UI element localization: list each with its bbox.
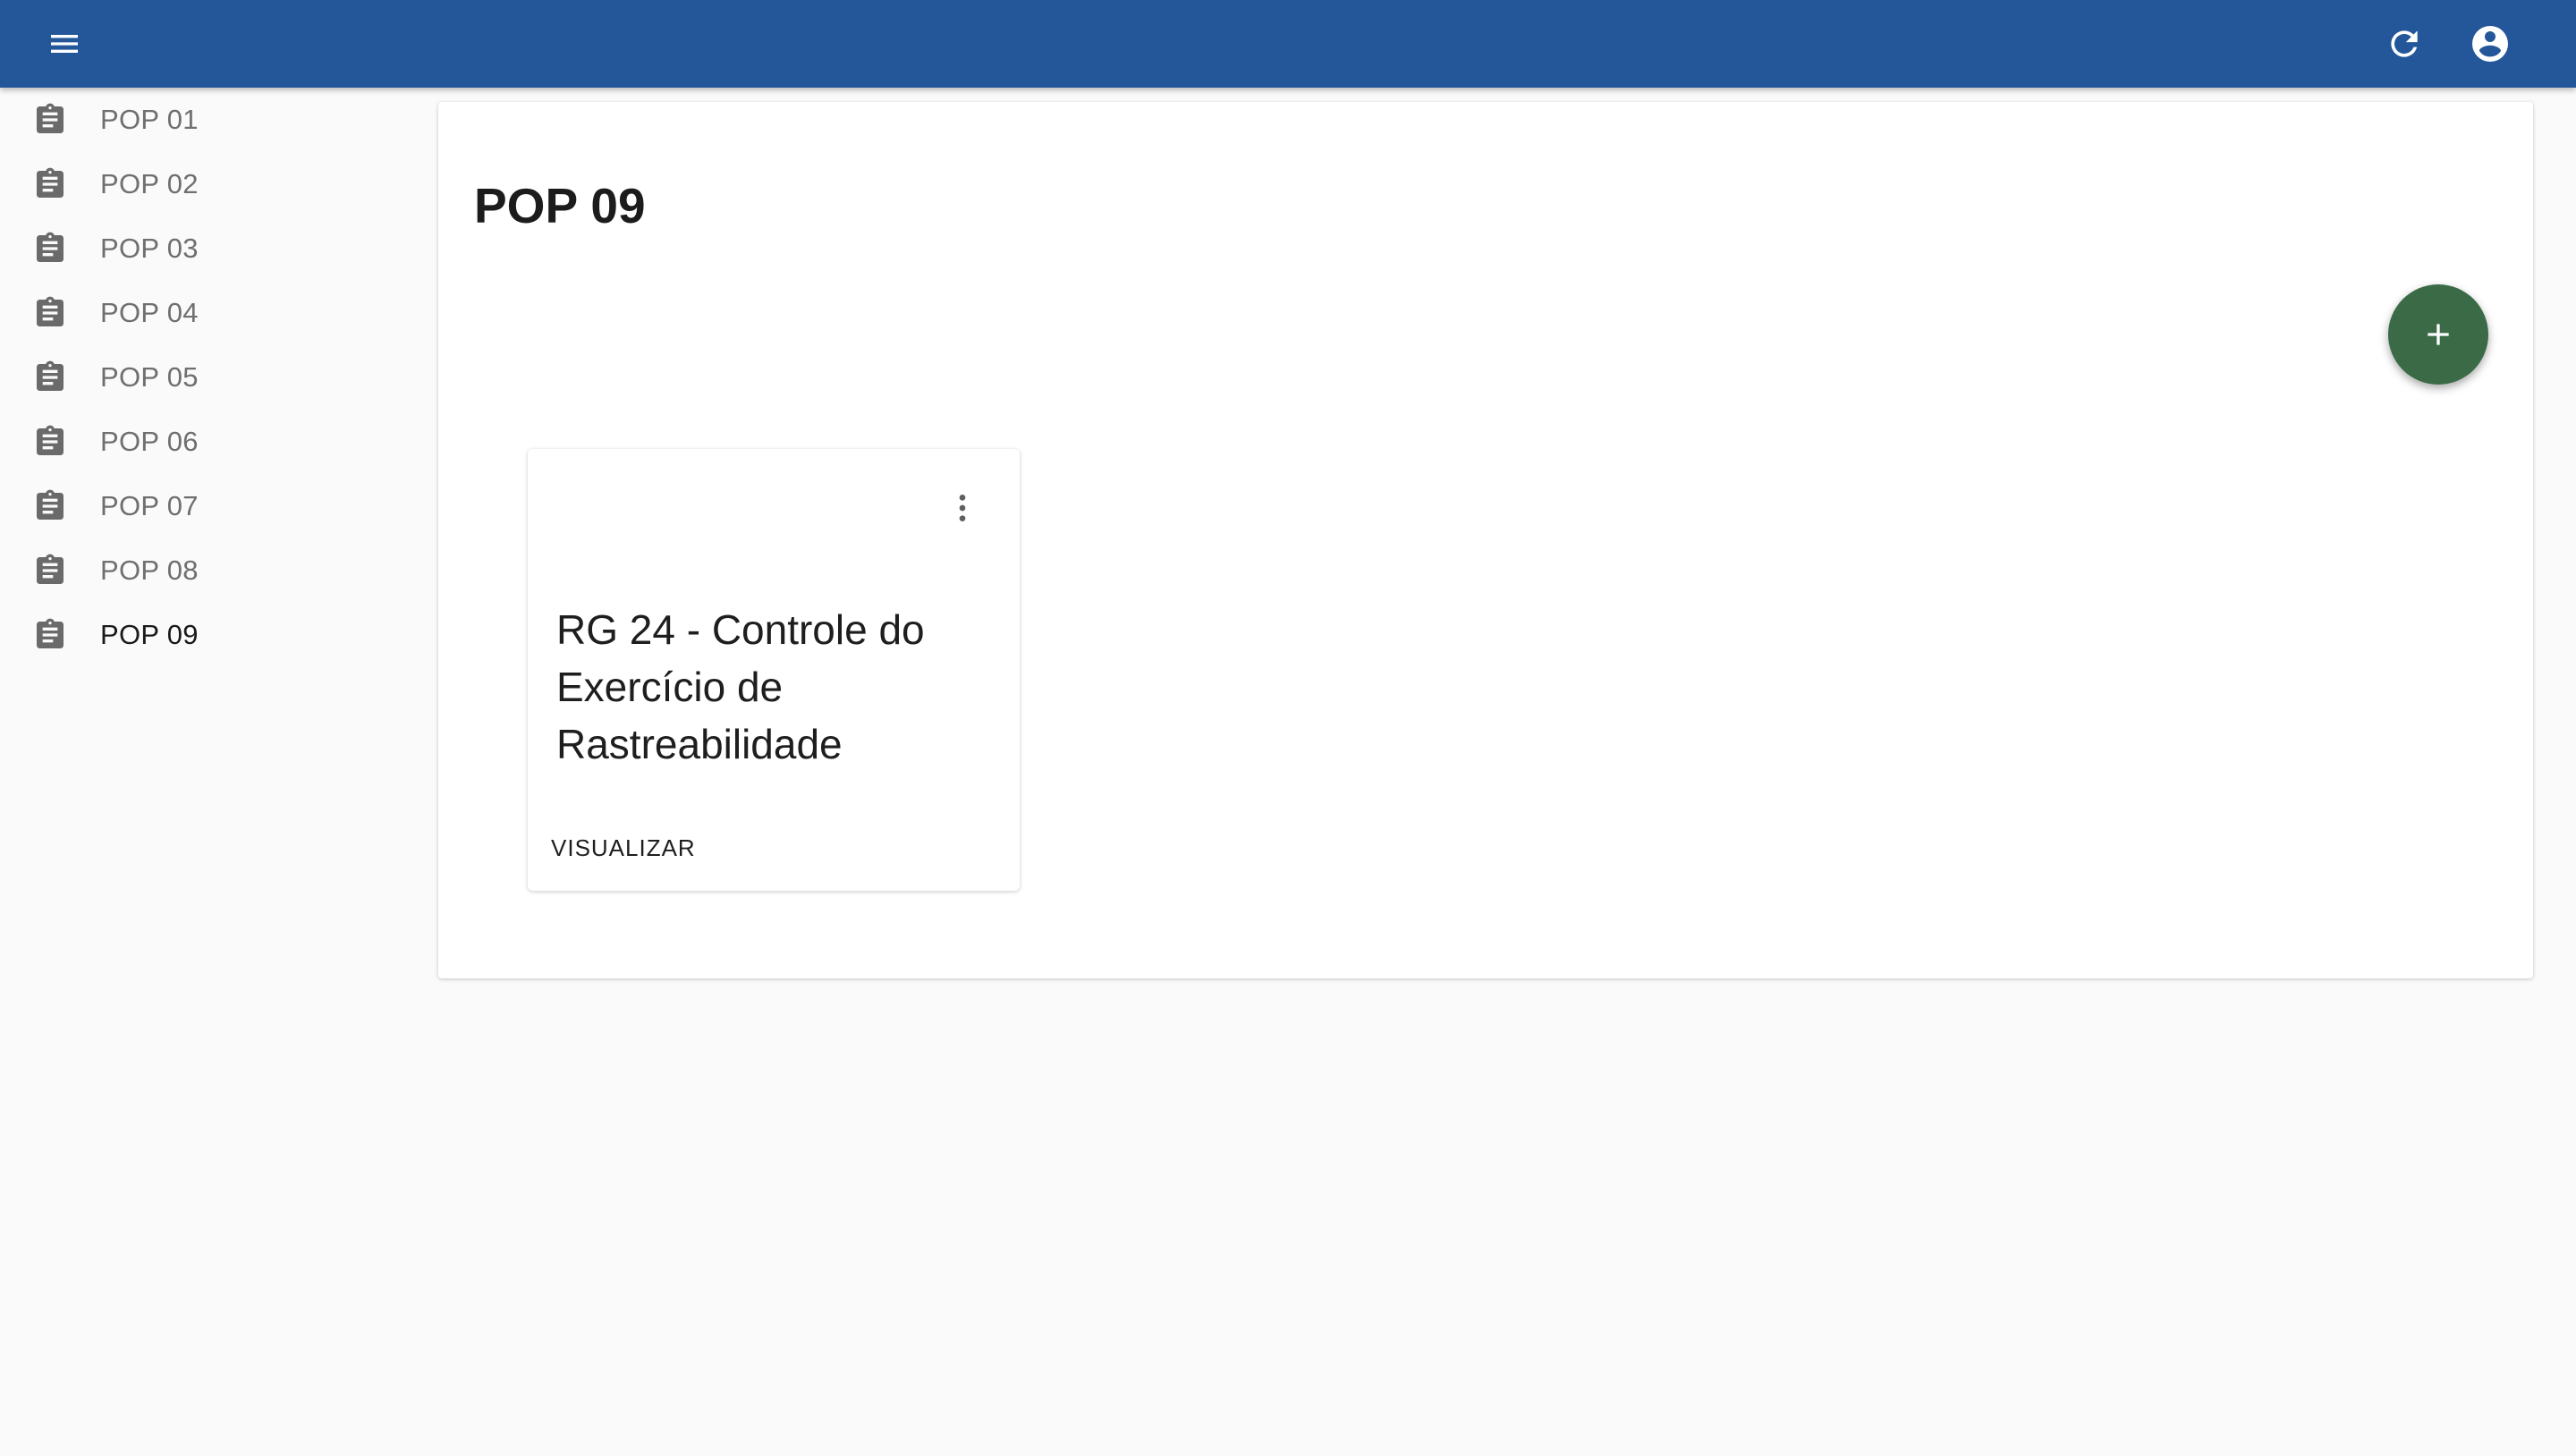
clipboard-text-icon <box>32 166 68 202</box>
sidebar-item-pop-09[interactable]: POP 09 <box>0 603 420 667</box>
sidebar: POP 01 POP 02 POP 03 POP 04 POP 05 POP 06 POP … <box>0 88 420 1456</box>
sidebar-item-pop-04[interactable]: POP 04 <box>0 281 420 345</box>
add-button[interactable] <box>2388 284 2488 385</box>
sidebar-item-label: POP 02 <box>100 168 199 199</box>
clipboard-text-icon <box>32 424 68 460</box>
sidebar-item-pop-08[interactable]: POP 08 <box>0 538 420 603</box>
app-bar <box>0 0 2576 88</box>
clipboard-text-icon <box>32 102 68 138</box>
page-title: POP 09 <box>474 178 646 233</box>
more-vertical-icon <box>959 495 966 521</box>
sidebar-item-pop-02[interactable]: POP 02 <box>0 152 420 216</box>
refresh-icon <box>2391 30 2418 57</box>
sidebar-item-label: POP 01 <box>100 104 199 135</box>
card-title: RG 24 - Controle do Exercício de Rastrea… <box>556 606 925 767</box>
refresh-button[interactable] <box>2376 19 2433 69</box>
sidebar-item-label: POP 05 <box>100 361 199 393</box>
clipboard-text-icon <box>32 295 68 331</box>
account-button[interactable] <box>2462 19 2519 69</box>
account-circle-icon <box>2472 26 2508 62</box>
sidebar-item-pop-06[interactable]: POP 06 <box>0 410 420 474</box>
menu-button[interactable] <box>32 19 97 69</box>
content-panel: POP 09 RG 24 - Controle do Exercício de … <box>438 102 2533 978</box>
sidebar-item-pop-03[interactable]: POP 03 <box>0 216 420 281</box>
sidebar-item-label: POP 07 <box>100 490 199 521</box>
clipboard-text-icon <box>32 617 68 653</box>
sidebar-item-pop-05[interactable]: POP 05 <box>0 345 420 410</box>
clipboard-text-icon <box>32 553 68 588</box>
sidebar-item-label: POP 06 <box>100 426 199 457</box>
sidebar-item-label: POP 03 <box>100 233 199 264</box>
sidebar-item-pop-01[interactable]: POP 01 <box>0 88 420 152</box>
menu-icon <box>51 35 78 53</box>
document-card: RG 24 - Controle do Exercício de Rastrea… <box>528 449 1020 891</box>
card-menu-button[interactable] <box>937 483 987 533</box>
clipboard-text-icon <box>32 488 68 524</box>
view-button[interactable]: VISUALIZAR <box>537 823 710 873</box>
sidebar-item-pop-07[interactable]: POP 07 <box>0 474 420 538</box>
sidebar-item-label: POP 09 <box>100 619 199 650</box>
sidebar-item-label: POP 04 <box>100 297 199 328</box>
clipboard-text-icon <box>32 360 68 395</box>
sidebar-item-label: POP 08 <box>100 554 199 586</box>
clipboard-text-icon <box>32 231 68 267</box>
plus-icon <box>2428 324 2449 345</box>
